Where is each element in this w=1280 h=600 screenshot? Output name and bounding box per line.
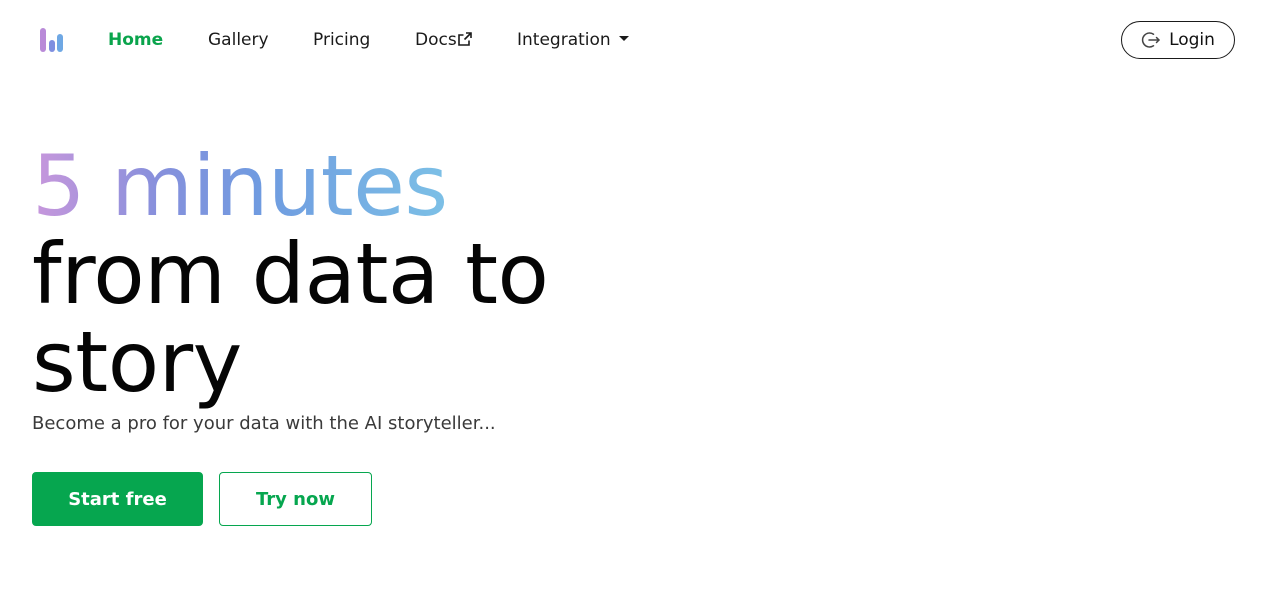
start-free-button[interactable]: Start free: [32, 472, 203, 526]
login-icon: [1141, 30, 1161, 50]
hero-headline: 5 minutes from data to story: [32, 142, 549, 411]
nav-docs-label: Docs: [415, 30, 457, 50]
logo-bar-3: [57, 34, 63, 52]
nav-pricing-link[interactable]: Pricing: [313, 29, 370, 51]
nav-integration-dropdown[interactable]: Integration: [517, 29, 629, 51]
nav-gallery-link[interactable]: Gallery: [208, 29, 269, 51]
nav-home-link[interactable]: Home: [108, 29, 163, 51]
nav-integration-label: Integration: [517, 30, 611, 50]
logo-bar-2: [49, 40, 55, 52]
nav-docs-link[interactable]: Docs: [415, 29, 472, 52]
login-button[interactable]: Login: [1121, 21, 1235, 59]
hero-line-3: story: [32, 313, 242, 411]
try-now-button[interactable]: Try now: [219, 472, 372, 526]
caret-down-icon: [618, 36, 629, 41]
bar-chart-logo-icon[interactable]: [40, 28, 66, 52]
external-link-icon: [457, 30, 472, 52]
logo-bar-1: [40, 28, 46, 52]
hero-line-accent: 5 minutes: [32, 142, 548, 230]
hero-subtitle: Become a pro for your data with the AI s…: [32, 413, 496, 434]
hero-accent-text: 5 minutes: [32, 137, 448, 235]
hero-line-2: from data to: [32, 225, 549, 323]
login-label: Login: [1169, 30, 1215, 50]
top-navigation: Home Gallery Pricing Docs Integration Lo…: [0, 0, 1280, 80]
